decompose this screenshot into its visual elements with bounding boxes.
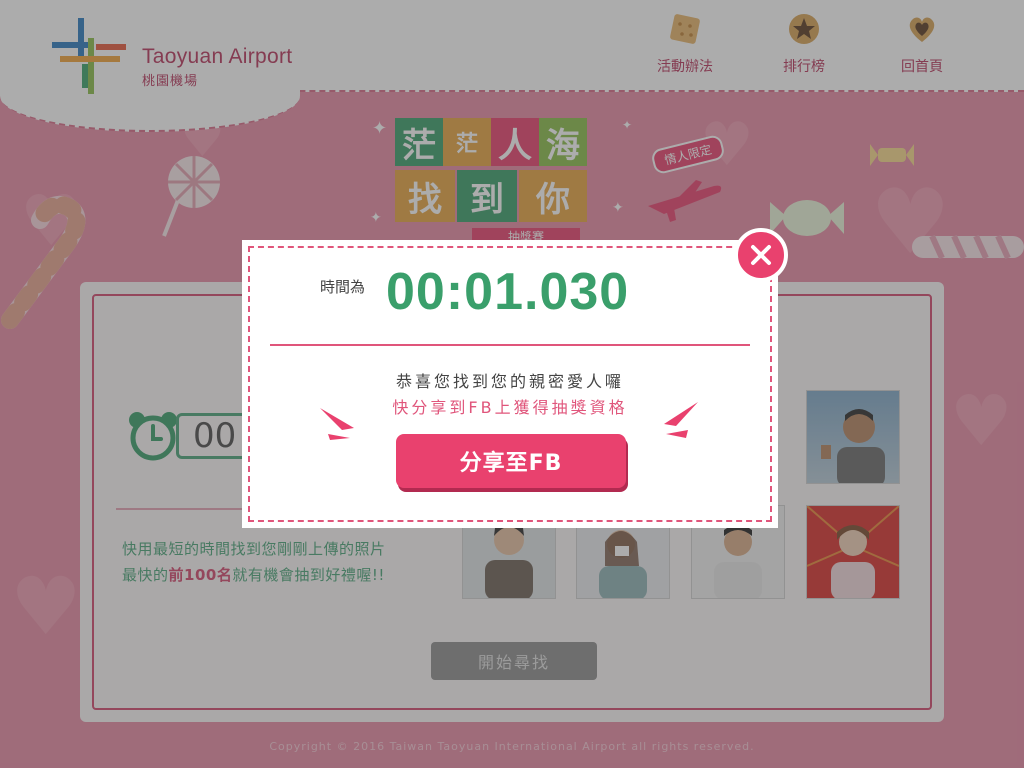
close-icon [751,245,771,265]
burst-left-icon [320,408,354,440]
time-label: 時間為 [320,278,366,296]
modal-divider [270,344,750,346]
burst-right-icon [664,402,698,438]
result-modal: 時間為 00:01.030 恭喜您找到您的親密愛人囉 快分享到FB上獲得抽獎資格… [242,240,778,528]
congrats-message: 恭喜您找到您的親密愛人囉 [395,372,624,391]
share-fb-button[interactable]: 分享至FB [396,434,626,488]
time-value: 00:01.030 [386,263,630,321]
modal-close-button[interactable] [734,228,788,282]
